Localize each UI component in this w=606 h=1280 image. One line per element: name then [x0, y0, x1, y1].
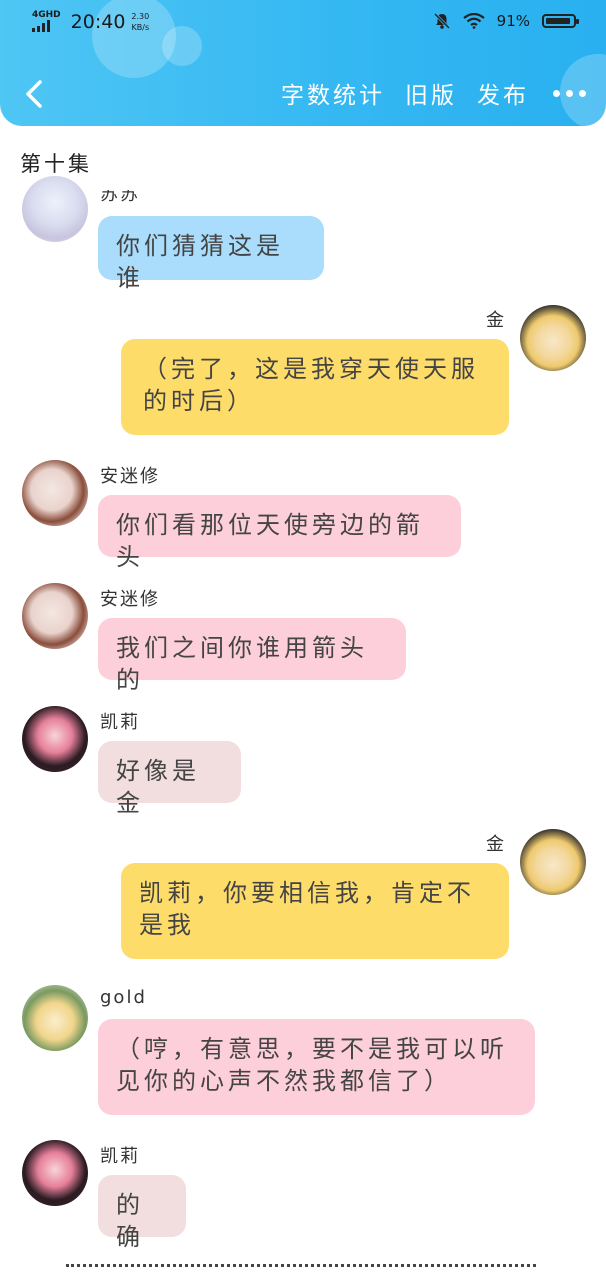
message-bubble[interactable]: 的确 [98, 1175, 186, 1251]
avatar[interactable] [22, 1140, 88, 1206]
avatar[interactable] [520, 305, 586, 371]
network-speed: 2.30 KB/s [131, 12, 150, 32]
avatar[interactable] [520, 829, 586, 895]
sender-name: 凯莉 [100, 712, 140, 733]
battery-level [546, 18, 570, 24]
back-button[interactable] [18, 74, 52, 114]
sender-name: 金 [486, 310, 506, 331]
sender-name: 金 [486, 834, 506, 855]
battery-percent: 91% [496, 12, 530, 30]
word-count-button[interactable]: 字数统计 [281, 76, 385, 110]
battery-icon [542, 14, 579, 28]
back-arrow-icon [26, 80, 42, 108]
old-version-button[interactable]: 旧版 [405, 76, 457, 110]
sender-name: 安迷修 [100, 589, 160, 610]
loading-dots [66, 1264, 536, 1277]
avatar[interactable] [22, 460, 88, 526]
nav-bar: 字数统计 旧版 发布 [0, 58, 606, 126]
top-header: 4GHD 20:40 2.30 KB/s 91% 字数统计 旧版 发布 [0, 0, 606, 126]
message-bubble[interactable]: 好像是金 [98, 741, 241, 817]
avatar[interactable] [22, 583, 88, 649]
sender-name: 凯莉 [100, 1146, 140, 1167]
mute-bell-icon [433, 12, 450, 30]
message-bubble[interactable]: （完了，这是我穿天使天服的时后） [121, 339, 509, 435]
status-bar: 4GHD 20:40 2.30 KB/s 91% [0, 0, 606, 46]
sender-name: gold [100, 987, 147, 1008]
sender-name: 安迷修 [100, 466, 160, 487]
avatar[interactable] [22, 706, 88, 772]
signal-icon: 4GHD [32, 10, 61, 32]
network-type: 4GHD [32, 10, 61, 20]
more-dots-icon[interactable] [549, 89, 586, 97]
wifi-icon [462, 13, 485, 29]
avatar[interactable] [22, 176, 88, 242]
publish-button[interactable]: 发布 [477, 76, 529, 110]
message-bubble[interactable]: 你们看那位天使旁边的箭头 [98, 495, 461, 571]
chapter-title: 第十集 [20, 152, 92, 176]
message-bubble[interactable]: （哼，有意思，要不是我可以听见你的心声不然我都信了） [98, 1019, 535, 1115]
message-bubble[interactable]: 我们之间你谁用箭头的 [98, 618, 406, 694]
clock: 20:40 [70, 11, 126, 33]
sender-name: 苏苏 [100, 184, 140, 205]
message-bubble[interactable]: 凯莉，你要相信我，肯定不是我 [121, 863, 509, 959]
message-bubble[interactable]: 你们猜猜这是谁 [98, 216, 324, 292]
avatar[interactable] [22, 985, 88, 1051]
